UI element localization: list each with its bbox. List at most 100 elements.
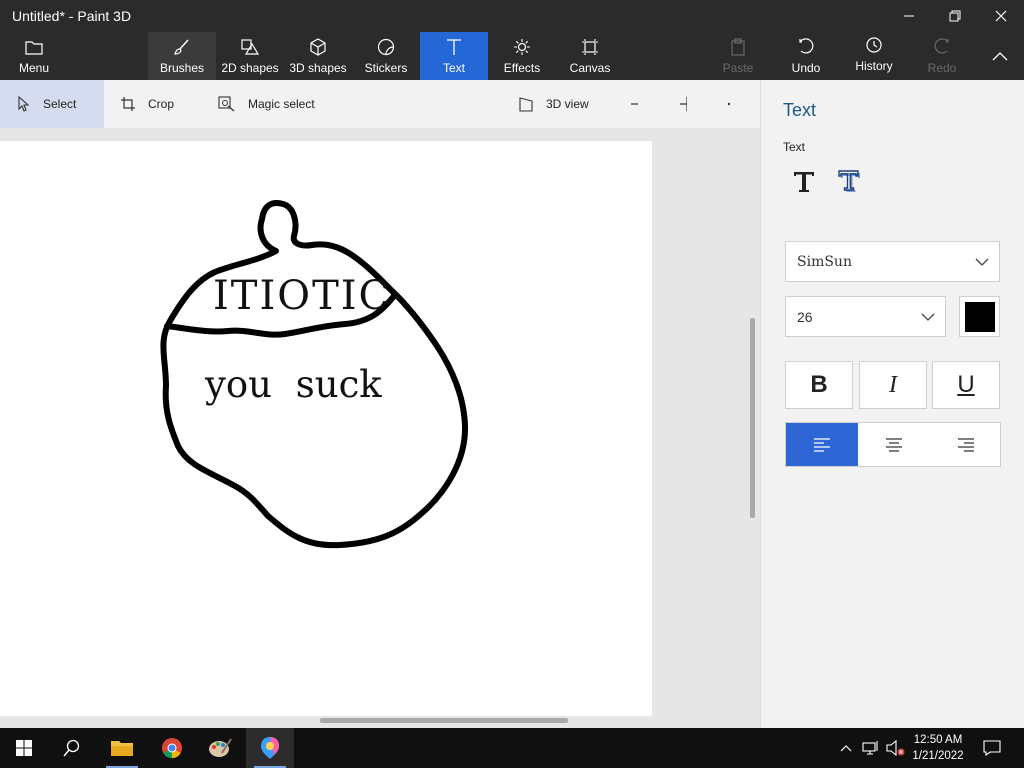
vertical-scrollbar[interactable]: [750, 318, 755, 518]
minus-icon: [631, 103, 638, 105]
alignment-group: [785, 422, 1001, 467]
tab-brushes[interactable]: Brushes: [148, 32, 216, 80]
bold-button[interactable]: B: [785, 361, 853, 409]
search-icon: [63, 739, 80, 757]
canvas-label: Canvas: [569, 61, 611, 75]
zoom-out-button[interactable]: [630, 80, 650, 128]
sticker-icon: [377, 38, 395, 56]
minimize-button[interactable]: [886, 0, 932, 32]
paint-palette-icon: [209, 738, 232, 757]
chevron-up-icon: [992, 52, 1008, 61]
align-center-icon: [886, 437, 902, 452]
more-options-button[interactable]: [727, 80, 747, 128]
history-label: History: [855, 59, 893, 73]
notifications-button[interactable]: [970, 728, 1014, 768]
redo-icon: [934, 38, 949, 54]
network-button[interactable]: [858, 728, 884, 768]
taskbar-clock[interactable]: 12:50 AM 1/21/2022: [906, 732, 970, 764]
start-button[interactable]: [0, 728, 48, 768]
brushes-label: Brushes: [159, 61, 205, 75]
select-label: Select: [43, 97, 77, 111]
close-button[interactable]: [978, 0, 1024, 32]
align-right-icon: [958, 437, 974, 452]
chrome-icon: [162, 738, 182, 759]
zoom-in-button[interactable]: [679, 80, 699, 128]
canvas-icon: [582, 39, 598, 55]
notification-icon: [983, 740, 1001, 756]
restore-icon: [949, 10, 961, 22]
volume-button[interactable]: [884, 728, 908, 768]
tab-effects[interactable]: Effects: [488, 32, 556, 80]
align-left-button[interactable]: [786, 423, 858, 466]
tab-text[interactable]: Text: [420, 32, 488, 80]
italic-label: I: [889, 371, 897, 398]
tab-canvas[interactable]: Canvas: [556, 32, 624, 80]
canvas-text-top[interactable]: ITIOTIC: [213, 273, 391, 319]
redo-button[interactable]: Redo: [914, 32, 970, 80]
text-2d-icon: [794, 172, 814, 192]
drawing-strokes: [160, 200, 469, 549]
tab-3d-shapes[interactable]: 3D shapes: [284, 32, 352, 80]
paste-label: Paste: [722, 61, 754, 75]
taskbar-paint-3d[interactable]: [246, 728, 294, 768]
underline-label: U: [957, 371, 975, 398]
chevron-down-icon: [921, 313, 935, 321]
horizontal-scrollbar[interactable]: [320, 718, 568, 723]
tab-2d-shapes[interactable]: 2D shapes: [216, 32, 284, 80]
text-3d-button[interactable]: [835, 166, 865, 196]
redo-label: Redo: [927, 61, 957, 75]
crop-icon: [121, 97, 135, 111]
file-explorer-icon: [111, 741, 133, 756]
effects-label: Effects: [503, 61, 541, 75]
size-value: 26: [797, 308, 813, 325]
panel-title: Text: [783, 100, 817, 120]
secondary-toolbar: Select Crop Magic select 3D view: [0, 80, 760, 128]
show-hidden-icons-button[interactable]: [834, 728, 858, 768]
search-button[interactable]: [48, 728, 96, 768]
cube-icon: [310, 38, 326, 56]
magic-select-button[interactable]: Magic select: [218, 80, 338, 128]
undo-button[interactable]: Undo: [778, 32, 834, 80]
clock-date: 1/21/2022: [912, 750, 964, 762]
magic-select-label: Magic select: [248, 97, 315, 111]
more-icon: [727, 102, 735, 106]
paste-button[interactable]: Paste: [710, 32, 766, 80]
history-button[interactable]: History: [846, 32, 902, 80]
italic-button[interactable]: I: [859, 361, 927, 409]
menu-label: Menu: [18, 61, 50, 75]
align-center-button[interactable]: [858, 423, 930, 466]
text-2d-button[interactable]: [789, 166, 819, 196]
plus-icon: [680, 97, 687, 111]
history-icon: [866, 37, 882, 53]
view3d-label: 3D view: [546, 97, 589, 111]
restore-button[interactable]: [932, 0, 978, 32]
menu-button[interactable]: Menu: [8, 32, 60, 80]
align-right-button[interactable]: [930, 423, 1002, 466]
text-label: Text: [442, 61, 465, 75]
tab-stickers[interactable]: Stickers: [352, 32, 420, 80]
taskbar-paint[interactable]: [196, 728, 244, 768]
text-tool-icon: [447, 39, 461, 55]
taskbar-chrome[interactable]: [148, 728, 196, 768]
taskbar-file-explorer[interactable]: [98, 728, 146, 768]
canvas-text-bottom[interactable]: you suck: [205, 363, 382, 406]
font-value: SimSun: [797, 253, 852, 270]
bold-label: B: [810, 371, 828, 398]
chevron-up-icon: [840, 745, 852, 752]
view-3d-button[interactable]: 3D view: [518, 80, 608, 128]
brush-icon: [174, 39, 189, 55]
text-3d-icon: [838, 170, 860, 192]
stickers-label: Stickers: [364, 61, 408, 75]
select-button[interactable]: Select: [0, 80, 104, 128]
paint-3d-icon: [261, 737, 279, 759]
size-dropdown[interactable]: 26: [785, 296, 946, 337]
drawing-canvas[interactable]: ITIOTIC you suck: [0, 141, 652, 716]
title-bar: Untitled* - Paint 3D: [0, 0, 1024, 32]
panel-subtitle: Text: [783, 140, 806, 154]
underline-button[interactable]: U: [932, 361, 1000, 409]
collapse-toolbar-button[interactable]: [980, 32, 1020, 80]
font-dropdown[interactable]: SimSun: [785, 241, 1000, 282]
shapes3d-label: 3D shapes: [289, 61, 347, 75]
crop-button[interactable]: Crop: [120, 80, 200, 128]
color-picker[interactable]: [959, 296, 1000, 337]
